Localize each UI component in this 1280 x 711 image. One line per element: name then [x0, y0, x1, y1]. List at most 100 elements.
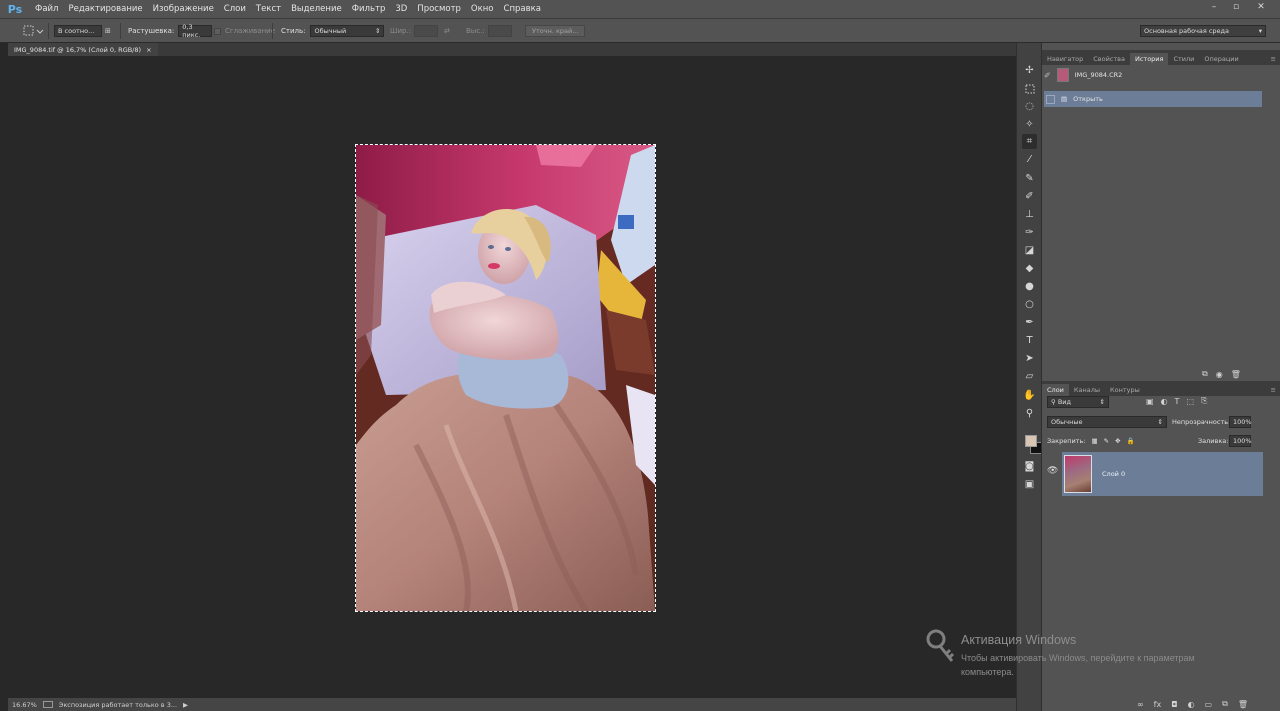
feather-input[interactable]: 0,3 пикс. — [178, 23, 213, 39]
menu-item[interactable]: Выделение — [286, 0, 347, 19]
panel-menu-icon[interactable]: ≡ — [1266, 53, 1280, 65]
quick-mask-icon[interactable]: ◙ — [1022, 459, 1037, 474]
history-panel-tab[interactable]: История — [1129, 53, 1169, 65]
lock-paint-icon[interactable]: ✎ — [1104, 437, 1109, 445]
add-mask-icon[interactable]: ◘ — [1171, 699, 1177, 709]
delete-layer-icon[interactable]: 🗑 — [1238, 699, 1248, 709]
history-panel-tab[interactable]: Свойства — [1088, 53, 1130, 65]
layer-filter-select[interactable]: ⚲ Вид ⇕ — [1047, 396, 1109, 408]
magic-wand-tool-icon[interactable]: ✧ — [1022, 117, 1037, 132]
refine-edge-button[interactable]: Уточн. край... — [525, 25, 586, 37]
pixel-filter-icon[interactable]: ▣ — [1146, 396, 1154, 406]
history-item-label: Открыть — [1073, 95, 1103, 103]
shape-tool-icon[interactable]: ▱ — [1022, 369, 1037, 384]
layers-panel-tab[interactable]: Слои — [1042, 384, 1069, 396]
close-tab-icon[interactable]: × — [146, 46, 151, 54]
zoom-level[interactable]: 16.67% — [12, 701, 37, 709]
document-tab[interactable]: IMG_9084.tif @ 16,7% (Слой 0, RGB/8) × — [8, 43, 158, 56]
menu-item[interactable]: Фильтр — [347, 0, 391, 19]
lock-position-icon[interactable]: ✥ — [1115, 437, 1120, 445]
status-icon[interactable] — [42, 701, 53, 708]
menu-item[interactable]: Файл — [30, 0, 63, 19]
spot-healing-tool-icon[interactable]: ✎ — [1022, 171, 1037, 186]
eyedropper-tool-icon[interactable]: ⁄ — [1022, 152, 1037, 167]
minimize-icon[interactable]: – — [1203, 0, 1225, 14]
history-item[interactable]: ▤ Открыть — [1044, 91, 1262, 107]
clone-stamp-tool-icon[interactable]: ⊥ — [1022, 207, 1037, 222]
type-tool-icon[interactable]: T — [1022, 333, 1037, 348]
selection-mode-select[interactable]: В соотно... — [54, 25, 102, 37]
pen-tool-icon[interactable]: ✒ — [1022, 315, 1037, 330]
width-input[interactable] — [414, 25, 439, 37]
history-snapshot[interactable]: ✐ IMG_9084.CR2 — [1044, 67, 1262, 83]
maximize-icon[interactable]: ▫ — [1225, 0, 1247, 14]
new-layer-icon[interactable]: ⧉ — [1222, 699, 1228, 709]
blend-mode-select[interactable]: Обычные ⇕ — [1047, 416, 1167, 428]
antialias-label: Сглаживание — [225, 27, 276, 35]
antialias-checkbox[interactable] — [214, 27, 221, 35]
eraser-tool-icon[interactable]: ◪ — [1022, 243, 1037, 258]
menu-item[interactable]: Текст — [251, 0, 286, 19]
menu-item[interactable]: Изображение — [148, 0, 219, 19]
right-panels: Навигатор Свойства История Стили Операции ≡ ✐… — [1041, 43, 1280, 711]
canvas-area[interactable] — [8, 56, 1016, 698]
menu-item[interactable]: 3D — [390, 0, 412, 19]
adjustment-layer-icon[interactable]: ◐ — [1188, 699, 1195, 709]
layer-row[interactable]: Слой 0 — [1062, 452, 1263, 496]
move-tool-icon[interactable]: ✢ — [1022, 63, 1037, 78]
height-input[interactable] — [487, 25, 512, 37]
fx-icon[interactable]: fx — [1154, 699, 1162, 709]
history-panel-tab[interactable]: Навигатор — [1042, 53, 1088, 65]
shape-filter-icon[interactable]: ⬚ — [1186, 396, 1194, 406]
snapshot-camera-icon[interactable]: ◉ — [1216, 369, 1223, 379]
layers-panel-tab[interactable]: Контуры — [1105, 384, 1145, 396]
menu-item[interactable]: Окно — [466, 0, 499, 19]
link-layers-icon[interactable]: ∞ — [1137, 699, 1144, 709]
crop-tool-icon[interactable]: ⌗ — [1022, 134, 1037, 149]
marquee-tool-icon[interactable] — [1022, 81, 1037, 96]
chevron-down-icon: ⇕ — [1099, 398, 1105, 406]
swap-icon[interactable]: ⇄ — [444, 24, 450, 38]
document-image[interactable] — [356, 145, 655, 611]
hand-tool-icon[interactable]: ✋ — [1022, 388, 1037, 403]
search-icon: ⚲ — [1051, 398, 1056, 406]
selection-mode-icon[interactable]: ⊞ — [105, 27, 111, 35]
paint-bucket-tool-icon[interactable]: ◆ — [1022, 261, 1037, 276]
layers-panel-tab[interactable]: Каналы — [1069, 384, 1105, 396]
dodge-tool-icon[interactable]: ○ — [1022, 297, 1037, 312]
menu-item[interactable]: Слои — [219, 0, 251, 19]
adjustment-filter-icon[interactable]: ◐ — [1161, 396, 1168, 406]
menu-item[interactable]: Просмотр — [412, 0, 466, 19]
menu-item[interactable]: Справка — [499, 0, 546, 19]
foreground-color-swatch[interactable] — [1025, 435, 1037, 447]
history-panel-tab[interactable]: Операции — [1199, 53, 1243, 65]
lock-transparency-icon[interactable]: ▦ — [1091, 437, 1097, 445]
lock-all-icon[interactable]: 🔒 — [1127, 437, 1135, 445]
style-select[interactable]: Обычный ⇕ — [310, 25, 385, 37]
zoom-tool-icon[interactable]: ⚲ — [1022, 406, 1037, 421]
new-document-from-state-icon[interactable]: ⧉ — [1202, 369, 1208, 379]
brush-tool-icon[interactable]: ✐ — [1022, 189, 1037, 204]
marquee-preset-icon[interactable] — [22, 24, 44, 38]
close-window-icon[interactable]: ✕ — [1250, 0, 1272, 14]
history-brush-source-icon[interactable]: ✐ — [1044, 71, 1051, 80]
history-brush-tool-icon[interactable]: ✑ — [1022, 225, 1037, 240]
history-panel-tab[interactable]: Стили — [1168, 53, 1199, 65]
lasso-tool-icon[interactable]: ◌ — [1022, 99, 1037, 114]
history-source-checkbox[interactable] — [1046, 94, 1055, 104]
visibility-eye-icon[interactable]: 👁 — [1047, 466, 1058, 476]
new-group-icon[interactable]: ▭ — [1205, 699, 1213, 709]
path-selection-tool-icon[interactable]: ➤ — [1022, 351, 1037, 366]
opacity-input[interactable]: 100% — [1229, 416, 1252, 428]
workspace-select[interactable]: Основная рабочая среда ▾ — [1140, 25, 1266, 37]
smart-object-filter-icon[interactable]: ⎘ — [1201, 396, 1207, 406]
panel-menu-icon[interactable]: ≡ — [1266, 384, 1280, 396]
fill-label: Заливка: — [1198, 437, 1229, 445]
menu-item[interactable]: Редактирование — [63, 0, 147, 19]
status-menu-arrow-icon[interactable]: ▶ — [183, 701, 188, 709]
trash-icon[interactable]: 🗑 — [1231, 369, 1241, 379]
screen-mode-icon[interactable]: ▣ — [1022, 477, 1037, 492]
fill-input[interactable]: 100% — [1229, 435, 1252, 447]
type-filter-icon[interactable]: T — [1175, 396, 1180, 406]
blur-tool-icon[interactable]: ● — [1022, 279, 1037, 294]
